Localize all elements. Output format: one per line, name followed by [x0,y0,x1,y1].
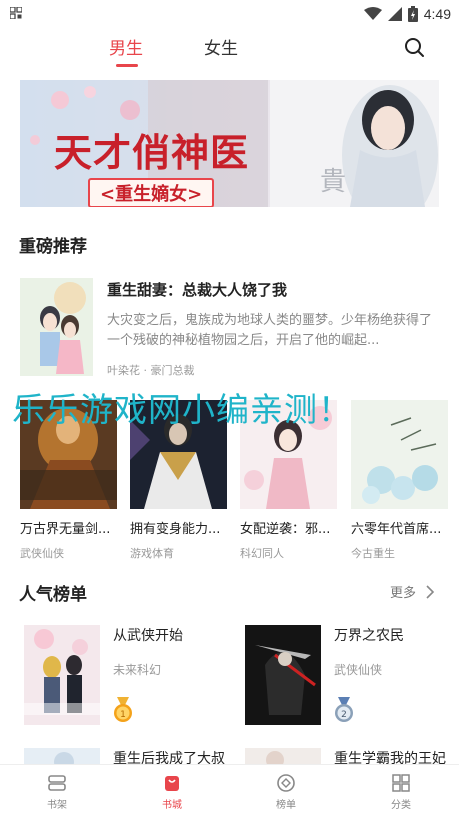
nav-label: 书城 [162,800,182,811]
nav-bookshelf[interactable]: 书架 [27,773,87,811]
battery-icon [407,6,418,22]
promo-banner[interactable]: 貴 天才俏神医 <重生嫡女> [20,80,439,207]
grid-book-title: 万古界无量剑... [20,522,111,537]
rank-number: 2 [341,710,347,720]
more-label: 更多 [390,586,417,601]
rank-book-cover [24,625,100,725]
rank-number: 1 [120,710,126,720]
watermark-text: 乐乐游戏网小编亲测！ [12,390,352,429]
search-icon[interactable] [403,36,425,58]
silver-medal-icon: 2 [335,697,353,722]
ranking-icon [277,774,295,792]
tab-active-indicator [116,64,138,67]
grid-book-title: 拥有变身能力... [130,522,221,537]
tab-male[interactable]: 男生 [109,34,143,59]
featured-book-description: 大灾变之后，鬼族成为地球人类的噩梦。少年杨绝获得了一个残破的神秘植物园之后，开启… [107,313,433,348]
nav-label: 书架 [47,800,67,811]
featured-book-cover[interactable] [20,278,93,376]
svg-text:貴: 貴 [320,167,346,197]
grid-book-category: 科幻同人 [240,547,284,560]
nav-label: 分类 [391,800,411,811]
grid-book-category: 今古重生 [351,547,395,560]
bookshelf-icon [48,775,66,791]
more-button[interactable]: 更多 [390,582,435,601]
grid-book-cover [351,400,448,509]
grid-book-category: 武侠仙侠 [20,547,64,560]
status-time: 4:49 [423,6,451,22]
nav-bookstore[interactable]: 书城 [142,773,202,811]
grid-book-card[interactable]: 六零年代首席... 今古重生 [351,400,448,561]
rank-book-title: 万界之农民 [334,628,404,644]
wifi-icon [363,7,382,20]
featured-book-title[interactable]: 重生甜妻：总裁大人饶了我 [107,279,287,300]
nav-label: 榜单 [276,800,296,811]
rank-book-category: 未来科幻 [113,663,162,677]
grid-book-title: 六零年代首席... [351,522,442,537]
rank-book-title: 从武侠开始 [113,628,183,644]
signal-icon [387,7,402,21]
grid-book-category: 游戏体育 [130,547,174,560]
featured-book-author: 叶染花 [107,364,140,377]
gold-medal-icon: 1 [114,697,132,722]
status-bar: 4:49 [0,0,459,28]
featured-book-category: 豪门总裁 [150,364,195,377]
banner-title: 天才俏神医 [54,130,250,175]
app-grid-icon [10,7,22,19]
popular-section-title: 人气榜单 [19,585,87,605]
nav-category[interactable]: 分类 [371,773,431,811]
gender-tabs: 男生 女生 [0,30,459,70]
rank-book-category: 武侠仙侠 [334,663,383,677]
bottom-nav: 书架 书城 榜单 分类 [0,764,459,816]
bookstore-icon [165,776,179,791]
featured-section-title: 重磅推荐 [19,237,87,257]
nav-ranking[interactable]: 榜单 [256,773,316,811]
banner-subtitle: <重生嫡女> [88,178,215,207]
featured-book-meta: 叶染花 · 豪门总裁 [107,364,195,377]
chevron-right-icon [426,584,435,599]
category-icon [392,774,410,792]
tab-female[interactable]: 女生 [204,34,238,59]
grid-book-title: 女配逆袭：邪... [240,522,331,537]
rank-book-cover [245,625,321,725]
